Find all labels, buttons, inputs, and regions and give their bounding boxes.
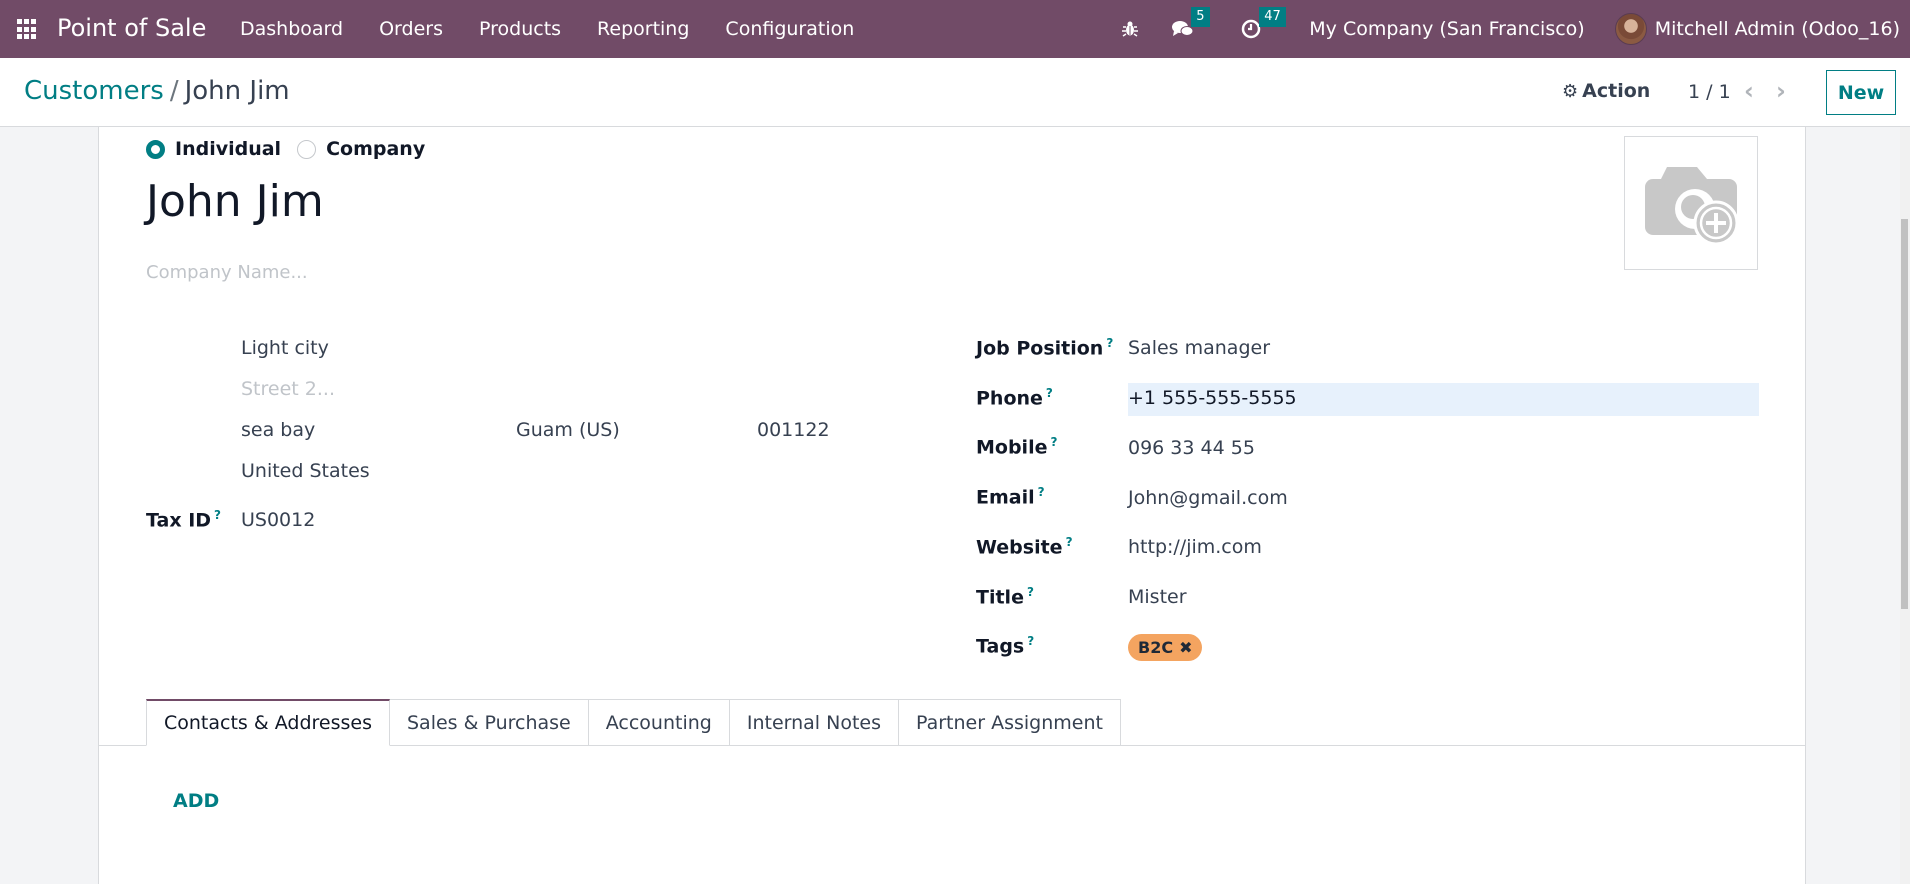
- breadcrumb-current: John Jim: [184, 76, 290, 106]
- bug-icon: [1122, 21, 1139, 37]
- zip-field[interactable]: 001122: [757, 419, 830, 441]
- email-field[interactable]: John@gmail.com: [1128, 487, 1288, 509]
- tax-id-label: Tax ID?: [146, 508, 222, 532]
- menu-configuration[interactable]: Configuration: [707, 18, 872, 40]
- clock-icon: [1242, 19, 1261, 39]
- title-label: Title?: [976, 585, 1034, 609]
- menu-dashboard[interactable]: Dashboard: [222, 18, 361, 40]
- control-panel: Customers / John Jim ⚙ Action 1 / 1 ‹ › Ne…: [0, 58, 1910, 127]
- company-name-field[interactable]: Company Name...: [146, 262, 308, 283]
- state-field[interactable]: Guam (US): [516, 419, 620, 441]
- help-icon[interactable]: ?: [1027, 585, 1034, 599]
- website-label: Website?: [976, 535, 1073, 559]
- title-field[interactable]: Mister: [1128, 586, 1187, 608]
- user-menu[interactable]: Mitchell Admin (Odoo_16): [1614, 13, 1900, 45]
- help-icon[interactable]: ?: [1038, 485, 1045, 499]
- radio-company-label[interactable]: Company: [326, 138, 425, 160]
- breadcrumb-separator: /: [169, 76, 179, 106]
- menu-reporting[interactable]: Reporting: [579, 18, 707, 40]
- debug-button[interactable]: [1121, 20, 1139, 38]
- pager-next-button[interactable]: ›: [1776, 77, 1786, 105]
- tag-label: B2C: [1138, 638, 1174, 657]
- add-contact-button[interactable]: ADD: [173, 790, 219, 812]
- apps-menu-icon[interactable]: [17, 19, 38, 40]
- pager-value[interactable]: 1 / 1: [1688, 81, 1731, 103]
- action-button[interactable]: ⚙ Action: [1562, 80, 1650, 102]
- tab-sales-purchase[interactable]: Sales & Purchase: [389, 699, 589, 746]
- help-icon[interactable]: ?: [1050, 435, 1057, 449]
- new-button[interactable]: New: [1826, 70, 1896, 115]
- menu-orders[interactable]: Orders: [361, 18, 461, 40]
- street2-field[interactable]: Street 2...: [241, 378, 335, 400]
- tag-b2c: B2C ✖: [1128, 634, 1203, 661]
- notebook-tabs: Contacts & Addresses Sales & Purchase Ac…: [146, 699, 1121, 746]
- chevron-left-icon: ‹: [1744, 77, 1754, 105]
- menu-products[interactable]: Products: [461, 18, 579, 40]
- mobile-field[interactable]: 096 33 44 55: [1128, 437, 1255, 459]
- radio-company[interactable]: [297, 139, 317, 159]
- help-icon[interactable]: ?: [1046, 386, 1053, 400]
- form-sheet: [98, 127, 1806, 884]
- app-name[interactable]: Point of Sale: [57, 14, 206, 42]
- chevron-right-icon: ›: [1776, 77, 1786, 105]
- user-name: Mitchell Admin (Odoo_16): [1654, 18, 1900, 40]
- scrollbar[interactable]: [1900, 127, 1910, 884]
- breadcrumb: Customers / John Jim: [24, 76, 290, 106]
- company-switcher[interactable]: My Company (San Francisco): [1309, 18, 1584, 40]
- tags-label: Tags?: [976, 634, 1035, 658]
- messages-button[interactable]: 5: [1171, 7, 1210, 39]
- country-field[interactable]: United States: [241, 460, 370, 482]
- radio-individual-label[interactable]: Individual: [175, 138, 281, 160]
- help-icon[interactable]: ?: [1106, 336, 1113, 350]
- help-icon[interactable]: ?: [214, 508, 221, 522]
- partner-name-field[interactable]: John Jim: [146, 176, 324, 227]
- photo-upload[interactable]: [1624, 136, 1758, 270]
- radio-individual[interactable]: [146, 139, 165, 159]
- top-navbar: Point of Sale Dashboard Orders Products …: [0, 0, 1910, 58]
- phone-label: Phone?: [976, 386, 1053, 410]
- pager-previous-button[interactable]: ‹: [1744, 77, 1754, 105]
- help-icon[interactable]: ?: [1027, 634, 1034, 648]
- gear-icon: ⚙: [1562, 80, 1579, 102]
- breadcrumb-customers[interactable]: Customers: [24, 76, 164, 106]
- tax-id-field[interactable]: US0012: [241, 509, 315, 531]
- action-label: Action: [1582, 80, 1651, 102]
- remove-tag-icon[interactable]: ✖: [1179, 638, 1192, 657]
- email-label: Email?: [976, 485, 1045, 509]
- tab-partner-assignment[interactable]: Partner Assignment: [899, 699, 1121, 746]
- help-icon[interactable]: ?: [1066, 535, 1073, 549]
- user-avatar: [1614, 13, 1647, 45]
- scrollbar-thumb[interactable]: [1901, 219, 1908, 609]
- job-position-field[interactable]: Sales manager: [1128, 337, 1270, 359]
- activities-badge: 47: [1259, 7, 1286, 27]
- website-field[interactable]: http://jim.com: [1128, 536, 1262, 558]
- company-type-selector: Individual Company: [146, 138, 441, 160]
- systray: 5 47 My Company (San Francisco) Mitchell…: [1121, 0, 1910, 58]
- tab-internal-notes[interactable]: Internal Notes: [729, 699, 899, 746]
- camera-plus-icon: [1645, 167, 1739, 245]
- tab-contacts-addresses[interactable]: Contacts & Addresses: [146, 699, 390, 746]
- street-field[interactable]: Light city: [241, 337, 329, 359]
- activities-button[interactable]: 47: [1241, 7, 1286, 39]
- city-field[interactable]: sea bay: [241, 419, 315, 441]
- phone-field[interactable]: +1 555-555-5555: [1128, 387, 1297, 409]
- main-menu: Dashboard Orders Products Reporting Conf…: [222, 0, 872, 58]
- mobile-label: Mobile?: [976, 435, 1058, 459]
- messages-badge: 5: [1191, 7, 1210, 27]
- tab-accounting[interactable]: Accounting: [588, 699, 730, 746]
- job-position-label: Job Position?: [976, 336, 1114, 360]
